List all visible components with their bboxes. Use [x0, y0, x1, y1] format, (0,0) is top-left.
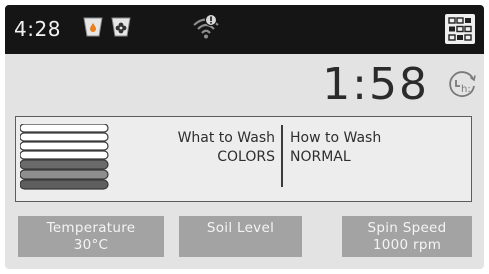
what-to-wash-label: What to Wash [177, 130, 275, 146]
delay-start-button[interactable]: h: [447, 70, 477, 104]
spin-speed-value: 1000 rpm [372, 236, 442, 253]
spin-speed-button[interactable]: Spin Speed 1000 rpm [342, 216, 472, 257]
status-bar: 4:28 [5, 5, 484, 54]
detergent-drop-icon [81, 15, 105, 43]
how-to-wash[interactable]: How to Wash NORMAL [290, 129, 381, 167]
what-to-wash-value: COLORS [217, 149, 275, 165]
soil-level-label: Soil Level [206, 220, 275, 236]
menu-button[interactable] [445, 14, 475, 44]
temperature-button[interactable]: Temperature 30°C [18, 216, 164, 257]
soil-level-button[interactable]: Soil Level [179, 216, 302, 257]
what-to-wash[interactable]: What to Wash COLORS [178, 129, 275, 167]
time-remaining: 1:58 [322, 59, 429, 110]
softener-flower-icon [109, 15, 133, 43]
how-to-wash-value: NORMAL [290, 149, 351, 165]
how-to-wash-label: How to Wash [290, 130, 382, 146]
temperature-label: Temperature [46, 219, 136, 236]
spin-speed-label: Spin Speed [367, 219, 447, 236]
washer-display: 4:28 1:58 h: What to Wash COLORS How to … [5, 5, 484, 269]
delay-start-clock-icon: h: [449, 71, 476, 98]
grid-menu-icon [448, 17, 472, 41]
wifi-alert-icon [191, 13, 221, 45]
temperature-value: 30°C [73, 236, 109, 253]
cycle-selection-panel[interactable]: What to Wash COLORS How to Wash NORMAL [15, 116, 472, 202]
delay-glyph: h: [461, 84, 471, 95]
cycle-divider [281, 125, 283, 187]
clock-time: 4:28 [14, 17, 61, 41]
folded-clothes-stack-icon [19, 123, 116, 200]
